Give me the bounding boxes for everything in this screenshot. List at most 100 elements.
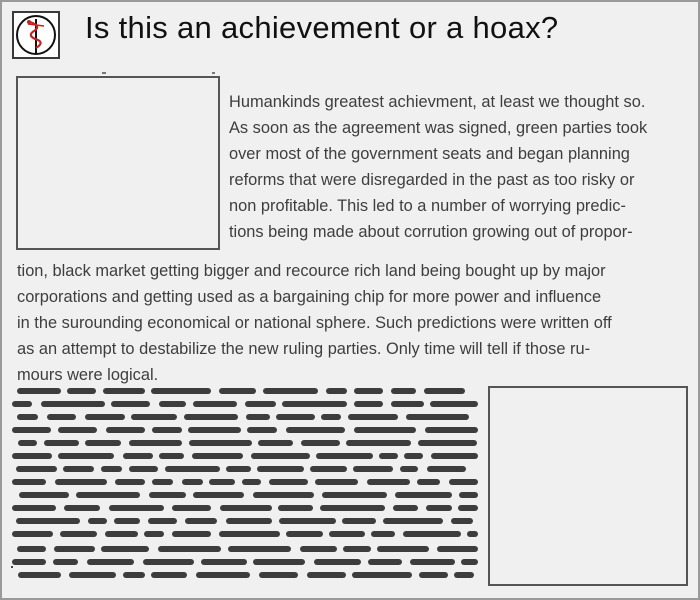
placeholder-text-bar (431, 453, 478, 459)
placeholder-text-bar (424, 388, 465, 394)
article-line: non profitable. This led to a number of … (229, 197, 626, 215)
placeholder-text-bar (247, 427, 277, 433)
placeholder-text-bar (44, 440, 79, 446)
article-line: mours were logical. (17, 366, 159, 384)
placeholder-text-bar (310, 466, 347, 472)
placeholder-text-bar (151, 572, 187, 578)
placeholder-text-bar (12, 559, 46, 565)
placeholder-text-bar (12, 531, 53, 537)
placeholder-text-bar (105, 531, 138, 537)
placeholder-text-bar (111, 401, 150, 407)
placeholder-text-bar (101, 546, 149, 552)
placeholder-text-bar (342, 518, 376, 524)
placeholder-text-bar (144, 531, 164, 537)
placeholder-text-bar (242, 479, 261, 485)
placeholder-text-bar (467, 531, 478, 537)
placeholder-text-bar (352, 572, 412, 578)
placeholder-text-bar (201, 559, 247, 565)
placeholder-text-bar (259, 572, 298, 578)
placeholder-text-bar (220, 505, 272, 511)
placeholder-text-bar (12, 453, 52, 459)
placeholder-text-bar (58, 427, 97, 433)
placeholder-text-bar (417, 479, 440, 485)
placeholder-text-bar (354, 388, 383, 394)
article-line: tions being made about corrution growing… (229, 223, 633, 241)
article-line: corporations and getting used as a barga… (17, 288, 602, 306)
placeholder-text-bar (251, 453, 310, 459)
placeholder-text-bar (172, 505, 211, 511)
placeholder-text-bar (172, 531, 211, 537)
decorative-tick (212, 72, 215, 74)
placeholder-text-bar (76, 492, 140, 498)
placeholder-text-bar (246, 414, 270, 420)
placeholder-text-bar (391, 401, 424, 407)
placeholder-text-bar (64, 505, 100, 511)
placeholder-text-bar (269, 479, 308, 485)
placeholder-text-bar (371, 531, 395, 537)
placeholder-text-bar (377, 546, 429, 552)
placeholder-text-bar (129, 440, 182, 446)
article-line: as an attempt to destabilize the new rul… (17, 340, 591, 358)
placeholder-text-bar (189, 440, 252, 446)
decorative-tick (102, 72, 106, 74)
placeholder-text-bar (192, 453, 243, 459)
placeholder-text-bar (279, 518, 336, 524)
placeholder-text-bar (58, 453, 114, 459)
placeholder-text-bar (54, 546, 95, 552)
placeholder-text-bar (321, 414, 341, 420)
placeholder-text-bar (188, 427, 241, 433)
placeholder-text-bar (404, 453, 423, 459)
article-line: in the surounding economical or national… (17, 314, 612, 332)
placeholder-text-bar (258, 440, 293, 446)
article-line: tion, black market getting bigger and re… (17, 262, 606, 280)
placeholder-text-bar (115, 479, 145, 485)
placeholder-text-bar (219, 388, 256, 394)
placeholder-text-bar (185, 518, 217, 524)
placeholder-text-bar (209, 479, 235, 485)
placeholder-text-bar (367, 479, 410, 485)
placeholder-text-bar (326, 388, 347, 394)
placeholder-text-bar (226, 466, 251, 472)
placeholder-text-bar (419, 572, 448, 578)
placeholder-text-bar (193, 401, 237, 407)
placeholder-text-bar (343, 546, 371, 552)
placeholder-text-bar (196, 572, 250, 578)
placeholder-text-bar (278, 505, 313, 511)
placeholder-text-bar (152, 427, 182, 433)
placeholder-text-bar (354, 401, 383, 407)
placeholder-text-bar (67, 388, 96, 394)
placeholder-text-bar (286, 531, 323, 537)
placeholder-text-bar (114, 518, 140, 524)
placeholder-text-bar (282, 401, 347, 407)
placeholder-text-bar (17, 388, 61, 394)
article-line: Humankinds greatest achievment, at least… (229, 93, 646, 111)
article-line: over most of the government seats and be… (229, 145, 630, 163)
placeholder-text-bar (257, 466, 304, 472)
placeholder-text-bar (395, 492, 452, 498)
placeholder-text-bar (17, 546, 46, 552)
placeholder-text-bar (458, 505, 478, 511)
placeholder-text-bar (18, 572, 61, 578)
placeholder-text-bar (12, 479, 46, 485)
placeholder-text-bar (165, 466, 220, 472)
placeholder-text-bar (69, 572, 116, 578)
placeholder-text-bar (354, 427, 416, 433)
placeholder-text-bar (47, 414, 76, 420)
placeholder-text-bar (427, 466, 466, 472)
placeholder-text-bar (18, 440, 37, 446)
placeholder-text-bar (101, 466, 122, 472)
caduceus-emblem-icon (12, 11, 60, 59)
placeholder-text-bar (348, 414, 398, 420)
placeholder-text-bar (158, 546, 221, 552)
placeholder-text-bar (454, 572, 474, 578)
placeholder-text-bar (253, 492, 314, 498)
placeholder-text-bar (17, 414, 38, 420)
placeholder-text-bar (430, 401, 478, 407)
placeholder-text-bar (226, 518, 272, 524)
placeholder-text-bar (245, 401, 276, 407)
placeholder-text-bar (316, 453, 373, 459)
placeholder-text-bar (461, 559, 478, 565)
placeholder-text-bar (123, 453, 153, 459)
placeholder-text-bar (253, 559, 305, 565)
placeholder-text-bar (307, 572, 346, 578)
